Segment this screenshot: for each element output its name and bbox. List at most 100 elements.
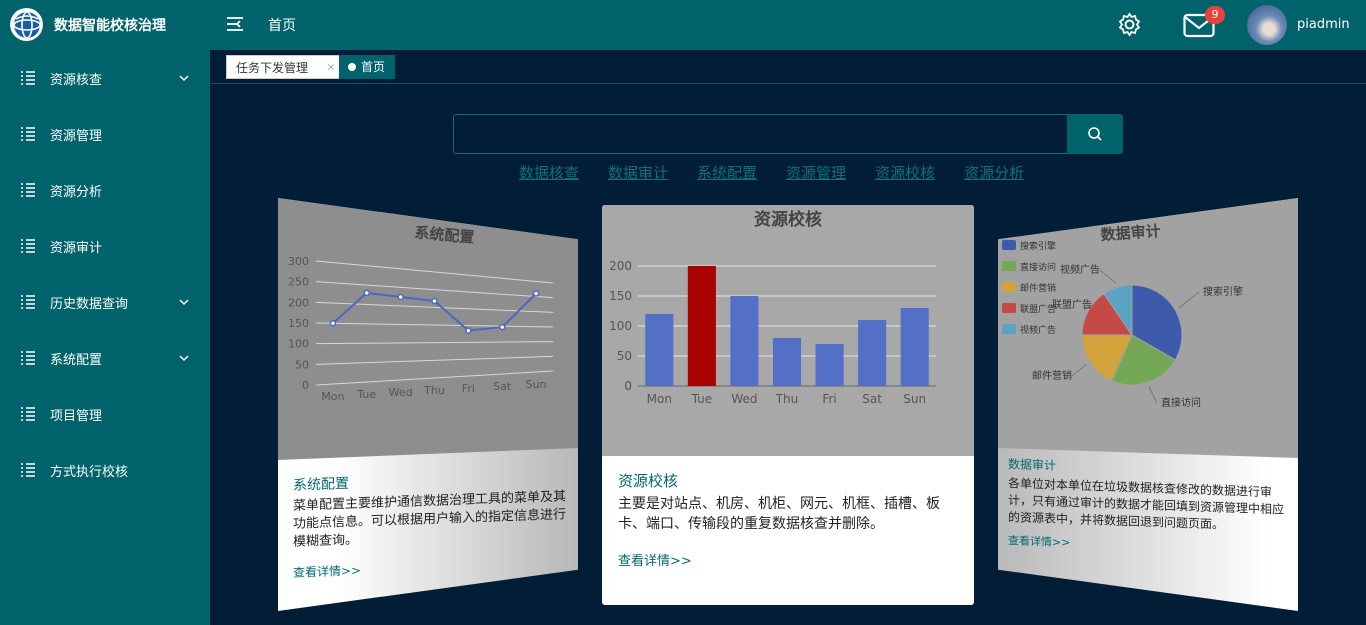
view-details-link[interactable]: 查看详情>> [618, 550, 958, 569]
x-tick-label: Sat [862, 392, 882, 406]
x-tick-label: Fri [462, 382, 475, 395]
card-desc: 菜单配置主要维护通信数据治理工具的菜单及其功能点信息。可以根据用户输入的指定信息… [293, 489, 567, 550]
legend-label[interactable]: 搜索引擎 [1020, 240, 1056, 252]
legend-swatch [1002, 282, 1016, 292]
sidebar-item-label: 资源核查 [50, 72, 103, 88]
gear-icon[interactable] [1117, 12, 1142, 37]
sidebar-item[interactable]: 资源核查 [0, 50, 210, 106]
quick-link[interactable]: 资源管理 [786, 162, 846, 183]
search-button[interactable] [1067, 114, 1123, 154]
y-tick-label: 250 [288, 276, 309, 289]
chevron-down-icon [179, 355, 189, 362]
legend-label[interactable]: 视频广告 [1020, 324, 1056, 336]
bar[interactable] [858, 320, 887, 386]
legend-swatch [1002, 303, 1016, 313]
sidebar-item[interactable]: 资源管理 [0, 106, 210, 162]
x-tick-label: Wed [731, 392, 757, 406]
sidebar-item[interactable]: 历史数据查询 [0, 274, 210, 330]
header-home-link[interactable]: 首页 [268, 15, 296, 35]
x-tick-label: Mon [647, 392, 672, 406]
chevron-down-icon [179, 299, 189, 306]
close-icon[interactable]: × [327, 56, 335, 80]
avatar[interactable] [1247, 5, 1287, 45]
list-icon [21, 71, 35, 85]
slice-label: 视频广告 [1060, 263, 1100, 276]
data-point[interactable] [532, 290, 540, 297]
slice-label: 直接访问 [1161, 396, 1201, 409]
sidebar-item[interactable]: 资源分析 [0, 162, 210, 218]
list-icon [21, 295, 35, 309]
bar[interactable] [730, 296, 759, 386]
sidebar-item[interactable]: 资源审计 [0, 218, 210, 274]
list-icon [21, 407, 35, 421]
y-tick-label: 100 [609, 319, 632, 333]
sidebar-item[interactable]: 系统配置 [0, 330, 210, 386]
sidebar: 资源核查资源管理资源分析资源审计历史数据查询 系统配置项目管理方式执行校核 [0, 50, 210, 625]
y-tick-label: 200 [609, 259, 632, 273]
sidebar-item[interactable]: 方式执行校核 [0, 442, 210, 498]
data-point[interactable] [465, 327, 472, 334]
username[interactable]: piadmin [1297, 17, 1350, 32]
menu-toggle-icon[interactable] [226, 15, 244, 33]
sidebar-item-label: 资源管理 [50, 128, 103, 144]
tab-label: 首页 [361, 60, 386, 74]
data-point[interactable] [329, 320, 337, 327]
quick-link[interactable]: 资源校核 [875, 162, 935, 183]
slice-label: 搜索引擎 [1203, 285, 1243, 298]
tab-label: 任务下发管理 [236, 61, 309, 75]
y-tick-label: 150 [609, 289, 632, 303]
quick-link[interactable]: 数据审计 [608, 162, 668, 183]
quick-link[interactable]: 资源分析 [964, 162, 1024, 183]
quick-link[interactable]: 系统配置 [697, 162, 757, 183]
data-point[interactable] [498, 323, 506, 331]
sidebar-item-label: 系统配置 [50, 352, 103, 368]
sidebar-item-label: 资源审计 [50, 240, 103, 256]
data-point[interactable] [363, 289, 371, 297]
legend-label[interactable]: 联盟广告 [1020, 303, 1056, 315]
mail-count-badge: 9 [1205, 6, 1225, 24]
bar[interactable] [900, 308, 929, 386]
legend-label[interactable]: 直接访问 [1020, 261, 1056, 273]
x-tick-label: Tue [356, 388, 376, 401]
chevron-down-icon [179, 75, 189, 82]
legend-label[interactable]: 邮件营销 [1020, 282, 1056, 294]
tab-bar: 任务下发管理 × 首页 [210, 50, 1366, 84]
search-input[interactable] [453, 114, 1068, 154]
data-point[interactable] [397, 293, 404, 301]
x-tick-label: Tue [691, 392, 713, 406]
sidebar-item-label: 历史数据查询 [50, 296, 129, 312]
x-tick-label: Wed [389, 386, 413, 399]
card-data-audit[interactable]: 数据审计 搜索引擎 直接访问 邮件营销 联盟广告 视频广告 搜索引擎 直接访问 邮件营销 联盟广告… [998, 198, 1298, 611]
card-resource-check[interactable]: 资源校核 0 50 100 150 200 Mon Tue Wed Thu Fri Sat Sun 资源… [602, 205, 974, 605]
slice-label: 邮件营销 [1032, 369, 1072, 382]
bar[interactable] [772, 338, 802, 386]
x-tick-label: Sat [493, 380, 512, 393]
bar[interactable] [815, 344, 844, 386]
bar-chart: 资源校核 0 50 100 150 200 Mon Tue Wed Thu Fri Sat Sun [609, 209, 936, 406]
top-bar: 数据智能校核治理 首页 9 piadmin [0, 0, 1366, 50]
y-tick-label: 300 [288, 255, 309, 268]
tab-task-management[interactable]: 任务下发管理 × [226, 55, 343, 79]
y-tick-label: 150 [288, 317, 309, 330]
bar[interactable] [687, 266, 716, 386]
sidebar-item-label: 方式执行校核 [50, 464, 129, 480]
tab-home[interactable]: 首页 [339, 55, 395, 79]
sidebar-item[interactable]: 项目管理 [0, 386, 210, 442]
y-tick-label: 0 [302, 379, 309, 392]
card-desc: 各单位对本单位在垃圾数据核查修改的数据进行审计，只有通过审计的数据才能回填到资源… [1008, 476, 1285, 532]
data-point[interactable] [431, 297, 438, 305]
x-tick-label: Sun [903, 392, 926, 406]
bar[interactable] [645, 314, 674, 386]
x-tick-label: Mon [321, 390, 344, 403]
logo-globe-icon [10, 8, 43, 41]
list-icon [21, 183, 35, 197]
quick-link[interactable]: 数据核查 [519, 162, 579, 183]
card-system-config[interactable]: 系统配置 0 50 100 150 200 250 300 Mon Tue Wed Thu Fri Sat… [278, 198, 578, 611]
y-tick-label: 200 [288, 296, 309, 309]
chart-title: 资源校核 [754, 209, 822, 230]
search-icon [1088, 127, 1102, 141]
app-title: 数据智能校核治理 [54, 18, 166, 34]
slice-label: 联盟广告 [1052, 298, 1092, 311]
quick-links: 数据核查 数据审计 系统配置 资源管理 资源校核 资源分析 [519, 162, 1053, 183]
list-icon [21, 127, 35, 141]
